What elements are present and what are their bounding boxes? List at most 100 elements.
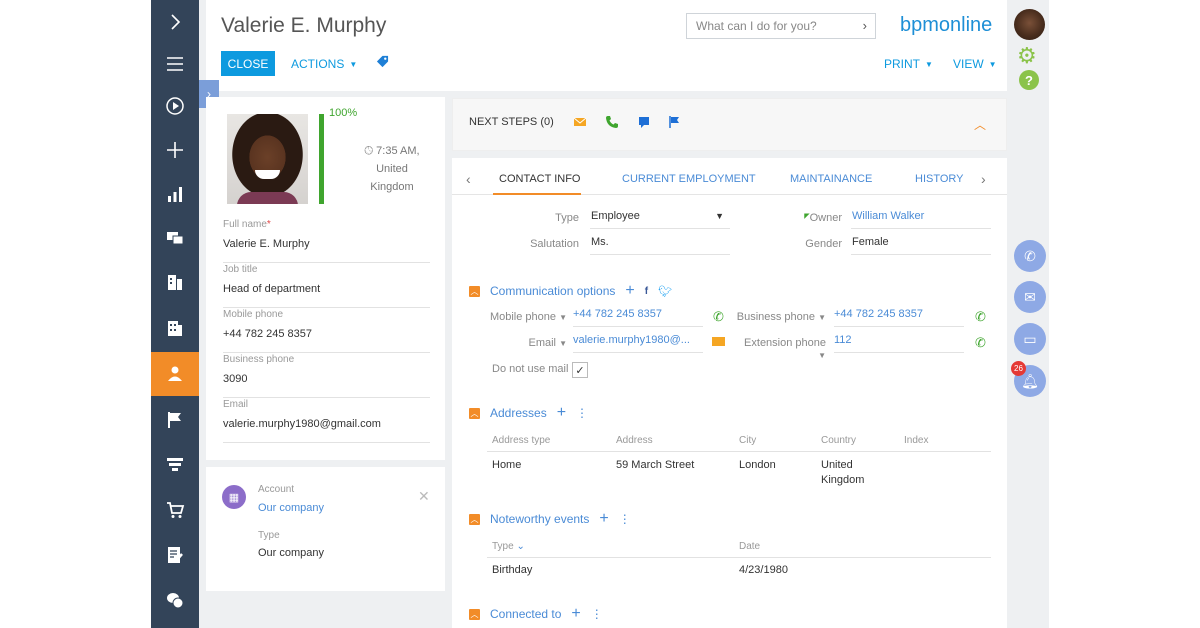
chat-icon[interactable] [637,115,651,129]
account-link[interactable]: Our company [258,502,324,514]
chat-icon[interactable]: ▭ [1014,323,1046,355]
event-date-cell[interactable]: 4/23/1980 [739,563,788,578]
chevron-up-icon[interactable]: ︿ [974,116,986,133]
contacts-icon[interactable] [151,260,199,304]
column-header[interactable]: Address type [492,435,550,446]
phone-icon[interactable]: ✆ [1014,240,1046,272]
accounts-icon[interactable] [151,306,199,350]
column-header[interactable]: Address [616,435,653,446]
gender-field[interactable]: Female [851,236,991,255]
coins-icon[interactable] [151,578,199,622]
phone-call-icon[interactable]: ✆ [713,309,724,325]
feed-icon[interactable] [151,216,199,260]
leads-icon[interactable] [151,442,199,486]
mail-icon[interactable]: ✉ [1014,281,1046,313]
connected-to-section-header[interactable]: ︿ Connected to + ⋮ [469,606,603,622]
city-cell[interactable]: London [739,458,776,473]
add-icon[interactable]: + [571,606,580,622]
tab-current-employment[interactable]: CURRENT EMPLOYMENT [622,173,756,185]
menu-icon[interactable] [151,42,199,86]
address-type-cell[interactable]: Home [492,458,521,473]
right-rail: ⚙ ? ✆ ✉ ▭ 26 🔔︎ [1007,0,1049,628]
facebook-icon[interactable]: f [645,286,648,297]
column-header[interactable]: City [739,435,756,446]
chevron-right-icon[interactable]: › [863,18,867,33]
communication-section-header[interactable]: ︿ Communication options + f 🐦︎ [469,283,672,299]
contact-icon[interactable] [151,352,199,396]
noteworthy-events-section-header[interactable]: ︿ Noteworthy events + ⋮ [469,511,631,527]
column-header[interactable]: Country [821,435,856,446]
extension-phone-label[interactable]: Extension phone ▼ [736,337,826,361]
command-search-input[interactable]: What can I do for you? › [686,13,876,39]
tab-contact-info[interactable]: CONTACT INFO [499,173,580,185]
email-field[interactable]: Email valerie.murphy1980@gmail.com [223,399,430,443]
expand-icon[interactable] [151,0,199,44]
activities-icon[interactable] [151,398,199,442]
more-options-icon[interactable]: ⋮ [591,607,603,621]
documents-icon[interactable] [151,533,199,577]
phone-call-icon[interactable]: ✆ [975,309,986,325]
chevron-left-icon[interactable]: ‹ [466,171,471,187]
play-icon[interactable] [151,84,199,128]
full-name-field[interactable]: Full name* Valerie E. Murphy [223,219,430,263]
collapse-icon[interactable]: ︿ [469,285,480,297]
add-icon[interactable]: + [599,511,608,527]
twitter-icon[interactable]: 🐦︎ [658,285,672,298]
add-icon[interactable] [151,128,199,172]
column-header[interactable]: Type ⌄ [492,541,525,552]
add-icon[interactable]: + [557,405,566,421]
page-title: Valerie E. Murphy [221,14,387,37]
mobile-phone-label[interactable]: Mobile phone ▼ [482,311,567,323]
email-icon[interactable] [712,337,725,346]
gear-icon[interactable]: ⚙ [1017,43,1037,69]
email-icon[interactable] [573,115,587,129]
notification-count-badge: 26 [1011,361,1026,376]
close-icon[interactable]: ✕ [418,488,430,505]
profile-completeness-fill [319,114,324,204]
orders-icon[interactable] [151,488,199,532]
event-type-cell[interactable]: Birthday [492,563,532,578]
more-options-icon[interactable]: ⋮ [576,406,588,420]
country-cell[interactable]: United Kingdom [821,458,864,488]
address-cell[interactable]: 59 March Street [616,458,694,473]
call-icon[interactable] [605,115,619,129]
collapse-icon[interactable]: ︿ [469,513,480,525]
phone-call-icon[interactable]: ✆ [975,335,986,351]
user-avatar[interactable] [1014,9,1045,40]
salutation-field[interactable]: Ms. [590,236,730,255]
help-icon[interactable]: ? [1019,70,1039,90]
business-phone-value[interactable]: +44 782 245 8357 [834,308,964,327]
collapse-icon[interactable]: ︿ [469,407,480,419]
owner-link[interactable]: William Walker [851,210,991,229]
type-select[interactable]: Employee ▼ [590,210,730,229]
flag-icon[interactable] [667,115,681,129]
column-header[interactable]: Date [739,541,760,552]
mobile-phone-value[interactable]: +44 782 245 8357 [573,308,703,327]
mobile-phone-field[interactable]: Mobile phone +44 782 245 8357 [223,309,430,353]
email-label[interactable]: Email ▼ [482,337,568,349]
view-button[interactable]: VIEW ▼ [953,57,997,71]
photo-detail [255,170,280,179]
analytics-icon[interactable] [151,172,199,216]
tag-button[interactable] [376,55,389,68]
addresses-section-header[interactable]: ︿ Addresses + ⋮ [469,405,588,421]
do-not-use-mail-label: Do not use mail [492,363,569,375]
field-value: Valerie E. Murphy [223,238,310,250]
print-button[interactable]: PRINT ▼ [884,57,933,71]
chevron-right-icon[interactable]: › [981,171,986,187]
do-not-use-mail-checkbox[interactable]: ✓ [572,362,588,378]
tab-history[interactable]: HISTORY [915,173,964,185]
close-button[interactable]: CLOSE [221,51,275,76]
contact-photo[interactable] [227,114,308,204]
extension-phone-value[interactable]: 112 [834,334,964,353]
job-title-field[interactable]: Job title Head of department [223,264,430,308]
actions-button[interactable]: ACTIONS ▼ [291,57,357,71]
business-phone-field[interactable]: Business phone 3090 [223,354,430,398]
collapse-icon[interactable]: ︿ [469,608,480,620]
tab-maintainance[interactable]: MAINTAINANCE [790,173,872,185]
more-options-icon[interactable]: ⋮ [619,512,631,526]
add-icon[interactable]: + [625,283,634,299]
email-value[interactable]: valerie.murphy1980@... [573,334,703,353]
column-header[interactable]: Index [904,435,928,446]
business-phone-label[interactable]: Business phone ▼ [736,311,826,323]
